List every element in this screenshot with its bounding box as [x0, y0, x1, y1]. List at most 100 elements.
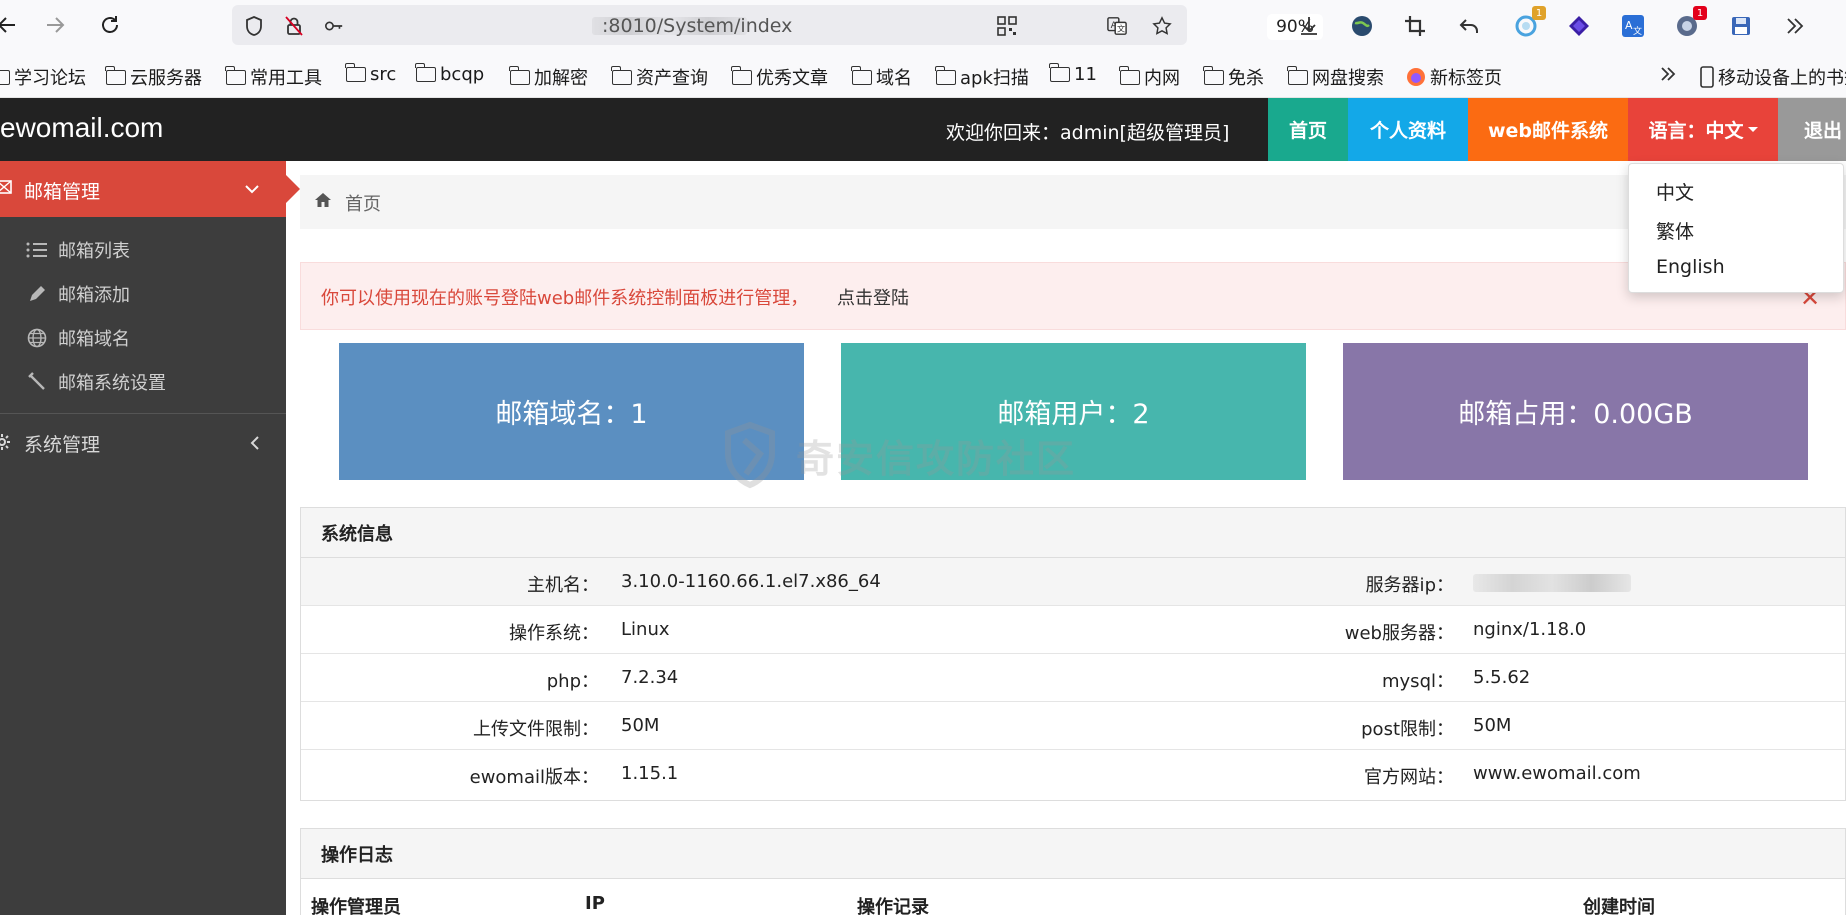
web-extension-icon[interactable]: 1: [1673, 6, 1707, 40]
bookmark-new-tab[interactable]: 新标签页: [1406, 64, 1502, 90]
bookmark-folder[interactable]: 常用工具: [225, 64, 322, 90]
language-dropdown-menu: 中文 繁体 English: [1628, 163, 1844, 293]
translate-icon[interactable]: A文: [1107, 16, 1127, 36]
insecure-lock-icon[interactable]: [284, 16, 304, 36]
bookmark-folder[interactable]: 资产查询: [611, 64, 708, 90]
chevron-left-icon: [248, 434, 262, 456]
login-alert: 你可以使用现在的账号登陆web邮件系统控制面板进行管理， 点击登陆: [300, 262, 1846, 330]
info-value: 5.5.62: [1473, 667, 1531, 688]
overflow-chevron-icon[interactable]: [1781, 12, 1809, 40]
home-icon: [314, 192, 332, 212]
nav-logout-button[interactable]: 退出: [1778, 98, 1846, 161]
info-row: 主机名： 3.10.0-1160.66.1.el7.x86_64 服务器ip：: [301, 558, 1845, 606]
forward-icon[interactable]: [42, 12, 68, 38]
watermark-logo-icon: [720, 420, 780, 499]
info-value: 7.2.34: [621, 667, 679, 688]
breadcrumb: 首页: [300, 175, 1846, 229]
bookmark-folder[interactable]: 加解密: [509, 64, 588, 90]
operation-log-panel: 操作日志 操作管理员 IP 操作记录 创建时间: [300, 828, 1846, 915]
server-ip-redacted: [1473, 574, 1631, 592]
wrench-icon: [26, 371, 48, 393]
bookmark-folder[interactable]: 网盘搜索: [1287, 64, 1384, 90]
bookmark-folder[interactable]: 优秀文章: [731, 64, 828, 90]
folder-icon: [611, 65, 632, 85]
refresh-extension-icon[interactable]: 1: [1512, 6, 1546, 40]
chevron-down-icon: [244, 180, 260, 202]
sidebar-item-mailbox-settings[interactable]: 邮箱系统设置: [0, 360, 286, 404]
info-value: 50M: [621, 715, 660, 736]
folder-icon: [509, 65, 530, 85]
language-option-simplified[interactable]: 中文: [1656, 178, 1694, 205]
bookmarks-overflow-icon[interactable]: [1658, 64, 1678, 84]
save-icon[interactable]: [1727, 12, 1755, 40]
info-key: 上传文件限制：: [473, 719, 599, 740]
sidebar-item-mailbox-management[interactable]: 邮箱管理: [0, 161, 300, 217]
nav-home-button[interactable]: 首页: [1268, 98, 1348, 161]
svg-text:文: 文: [1117, 23, 1125, 33]
info-key: php：: [546, 671, 599, 692]
info-value: 1.15.1: [621, 763, 679, 784]
notification-badge: 1: [1693, 6, 1707, 20]
language-option-english[interactable]: English: [1656, 256, 1725, 278]
diamond-extension-icon[interactable]: [1565, 12, 1593, 40]
panel-title: 操作日志: [301, 829, 1845, 879]
log-table-header: 操作管理员 IP 操作记录 创建时间: [301, 879, 1845, 915]
alert-login-link[interactable]: 点击登陆: [837, 284, 909, 310]
breadcrumb-home[interactable]: 首页: [345, 190, 381, 216]
reload-icon[interactable]: [97, 12, 123, 38]
sidebar-item-label: 邮箱管理: [24, 181, 101, 203]
firefox-icon: [1407, 68, 1425, 86]
caret-down-icon: [1747, 127, 1758, 132]
info-value: nginx/1.18.0: [1473, 619, 1587, 640]
sidebar-item-mailbox-list[interactable]: 邮箱列表: [0, 228, 286, 272]
back-icon[interactable]: [0, 12, 20, 38]
bookmark-folder[interactable]: 内网: [1119, 64, 1180, 90]
sidebar-item-mailbox-domain[interactable]: 邮箱域名: [0, 316, 286, 360]
nav-webmail-button[interactable]: web邮件系统: [1468, 98, 1628, 161]
bookmark-folder[interactable]: src: [345, 63, 396, 85]
mail-icon: [0, 178, 12, 200]
translate-extension-icon[interactable]: A文: [1619, 12, 1647, 40]
folder-icon: [345, 63, 366, 82]
bookmark-folder[interactable]: 云服务器: [105, 64, 202, 90]
column-header: 操作管理员: [311, 897, 401, 915]
system-info-panel: 系统信息 主机名： 3.10.0-1160.66.1.el7.x86_64 服务…: [300, 507, 1846, 801]
bookmark-folder[interactable]: 11: [1049, 63, 1097, 85]
panel-title: 系统信息: [301, 508, 1845, 558]
bookmark-folder[interactable]: 免杀: [1203, 64, 1264, 90]
qr-code-icon[interactable]: [997, 16, 1017, 36]
url-bar[interactable]: :8010/System/index 90% A文: [232, 5, 1323, 45]
sidebar-item-label: 系统管理: [24, 434, 101, 456]
bookmark-folder[interactable]: 学习论坛: [0, 64, 86, 90]
crop-icon[interactable]: [1401, 12, 1429, 40]
info-value[interactable]: www.ewomail.com: [1473, 763, 1641, 784]
info-row: ewomail版本： 1.15.1 官方网站： www.ewomail.com: [301, 750, 1845, 798]
bookmark-folder[interactable]: apk扫描: [935, 64, 1029, 90]
mobile-bookmarks[interactable]: 移动设备上的书签: [1700, 64, 1846, 90]
site-logo[interactable]: ewomail.com: [0, 112, 163, 144]
app-header: ewomail.com 欢迎你回来：admin[超级管理员] 首页 个人资料 w…: [0, 98, 1846, 161]
info-key: 服务器ip：: [1365, 575, 1454, 596]
bookmark-folder[interactable]: 域名: [851, 64, 912, 90]
download-icon[interactable]: [1295, 12, 1323, 40]
bookmark-folder[interactable]: bcqp: [415, 63, 484, 85]
sidebar-item-mailbox-add[interactable]: 邮箱添加: [0, 272, 286, 316]
nav-language-dropdown[interactable]: 语言：中文: [1628, 98, 1778, 161]
url-text[interactable]: :8010/System/index: [602, 15, 792, 37]
undo-icon[interactable]: [1455, 12, 1483, 40]
sidebar-item-system-management[interactable]: 系统管理: [0, 414, 286, 470]
folder-icon: [1049, 63, 1070, 82]
info-row: 上传文件限制： 50M post限制： 50M: [301, 702, 1845, 750]
shield-icon[interactable]: [244, 16, 264, 36]
nav-profile-button[interactable]: 个人资料: [1348, 98, 1468, 161]
browser-toolbar: :8010/System/index 90% A文 1 A文 1: [0, 0, 1846, 50]
language-option-traditional[interactable]: 繁体: [1656, 217, 1694, 244]
list-icon: [26, 239, 48, 261]
bookmark-star-icon[interactable]: [1152, 16, 1172, 36]
pencil-icon: [26, 283, 48, 305]
info-row: php： 7.2.34 mysql： 5.5.62: [301, 654, 1845, 702]
globe-extension-icon[interactable]: [1348, 12, 1376, 40]
key-icon[interactable]: [324, 16, 344, 36]
sidebar: 邮箱管理 邮箱列表 邮箱添加 邮箱域名 邮箱系统设置 系统管理: [0, 161, 300, 915]
folder-icon: [1287, 65, 1308, 85]
